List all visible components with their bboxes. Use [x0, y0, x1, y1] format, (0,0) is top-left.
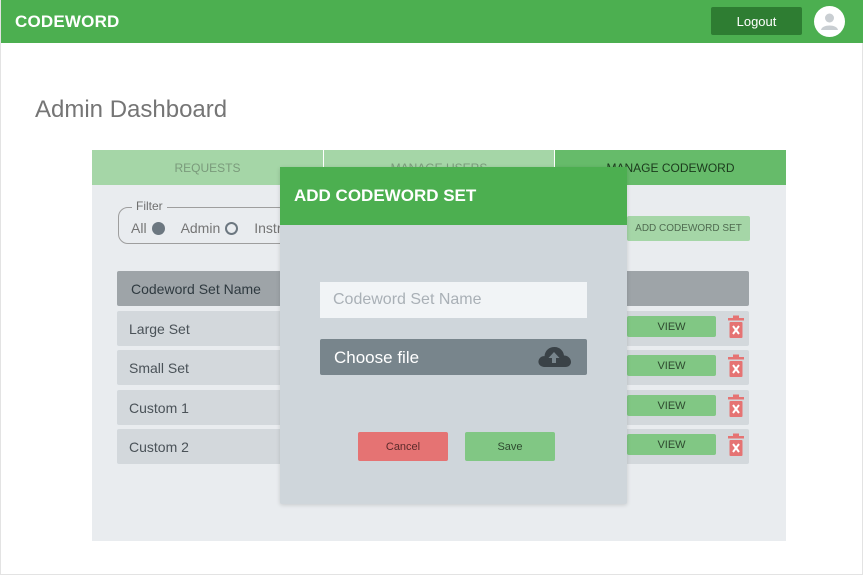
save-button[interactable]: Save — [465, 432, 555, 461]
modal-title: ADD CODEWORD SET — [294, 186, 477, 205]
filter-legend: Filter — [132, 199, 167, 213]
add-codeword-set-button[interactable]: ADD CODEWORD SET — [627, 216, 750, 241]
view-button[interactable]: VIEW — [627, 395, 716, 416]
brand-logo[interactable]: CODEWORD — [15, 12, 120, 32]
trash-icon[interactable] — [727, 315, 745, 339]
filter-admin-label[interactable]: Admin — [181, 220, 221, 236]
choose-file-button[interactable]: Choose file — [320, 339, 587, 375]
modal-header: ADD CODEWORD SET — [280, 167, 627, 225]
filter-all-radio[interactable] — [151, 221, 165, 235]
user-avatar-icon[interactable] — [814, 6, 845, 37]
view-button[interactable]: VIEW — [627, 316, 716, 337]
choose-file-label: Choose file — [334, 348, 420, 367]
codeword-set-name-input[interactable] — [320, 282, 587, 318]
page-title: Admin Dashboard — [35, 96, 228, 123]
trash-icon[interactable] — [727, 433, 745, 457]
app-root: CODEWORD Logout Admin Dashboard REQUESTS… — [0, 0, 863, 575]
add-codeword-set-modal: ADD CODEWORD SET Choose file Cancel Save — [280, 167, 627, 504]
column-header-name: Codeword Set Name — [131, 281, 261, 297]
filter-all-label[interactable]: All — [131, 220, 147, 236]
trash-icon[interactable] — [727, 394, 745, 418]
set-name: Small Set — [129, 360, 189, 376]
logout-button[interactable]: Logout — [711, 7, 802, 35]
view-button[interactable]: VIEW — [627, 434, 716, 455]
top-bar: CODEWORD Logout — [1, 0, 863, 43]
cloud-upload-icon — [538, 347, 571, 367]
set-name: Large Set — [129, 321, 190, 337]
cancel-button[interactable]: Cancel — [358, 432, 448, 461]
set-name: Custom 2 — [129, 439, 189, 455]
trash-icon[interactable] — [727, 354, 745, 378]
filter-admin-radio[interactable] — [225, 221, 239, 235]
set-name: Custom 1 — [129, 400, 189, 416]
view-button[interactable]: VIEW — [627, 355, 716, 376]
